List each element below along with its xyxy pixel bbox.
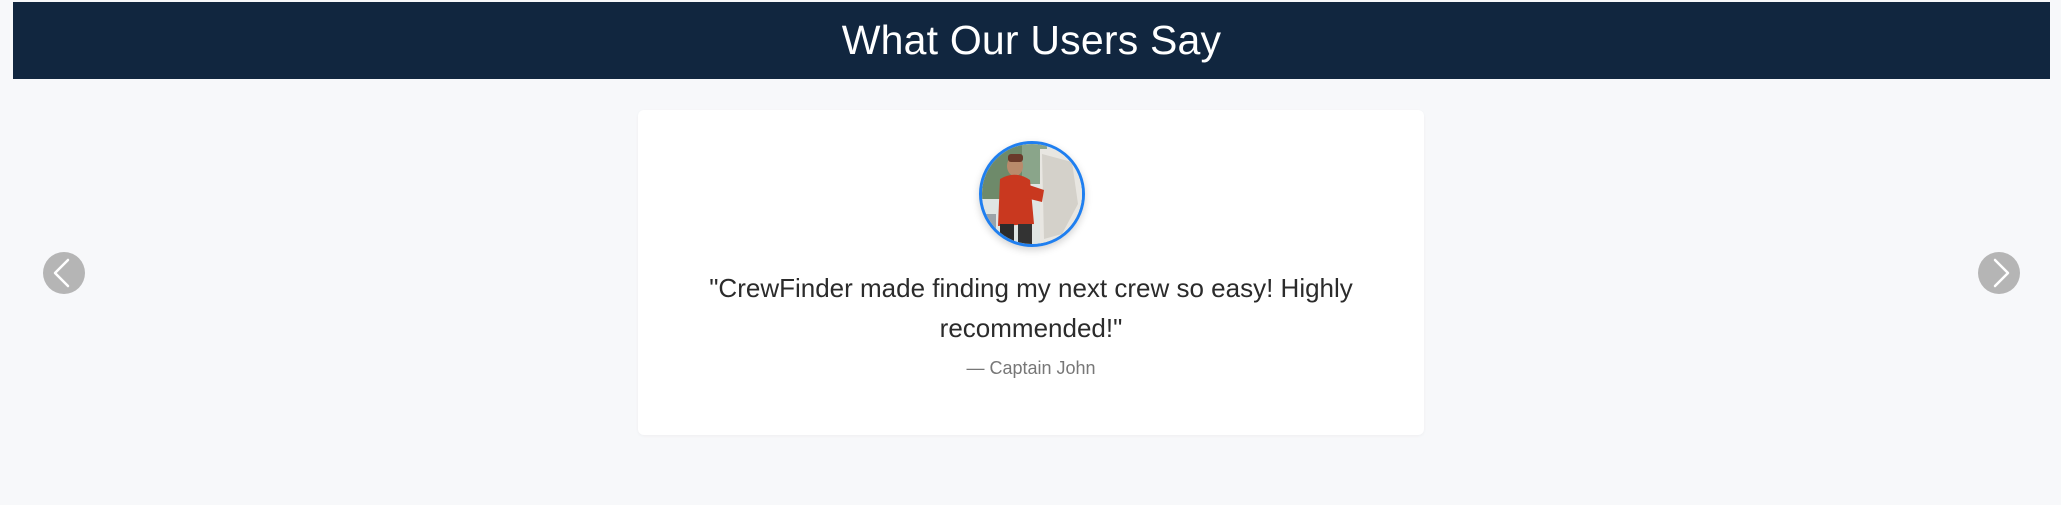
testimonial-author: — Captain John: [966, 358, 1096, 378]
carousel-next-button[interactable]: [1978, 252, 2020, 294]
section-header: What Our Users Say: [13, 2, 2050, 79]
user-photo: [982, 144, 1082, 244]
testimonial-card: "CrewFinder made finding my next crew so…: [638, 110, 1424, 435]
carousel-prev-button[interactable]: [43, 252, 85, 294]
testimonials-section: What Our Users Say "CrewFinder made find…: [0, 0, 2061, 505]
testimonial-quote: "CrewFinder made finding my next crew so…: [709, 273, 1353, 343]
chevron-left-icon: [53, 258, 70, 288]
avatar: [979, 141, 1085, 247]
chevron-right-icon: [1993, 258, 2010, 288]
section-title: What Our Users Say: [841, 17, 1222, 63]
